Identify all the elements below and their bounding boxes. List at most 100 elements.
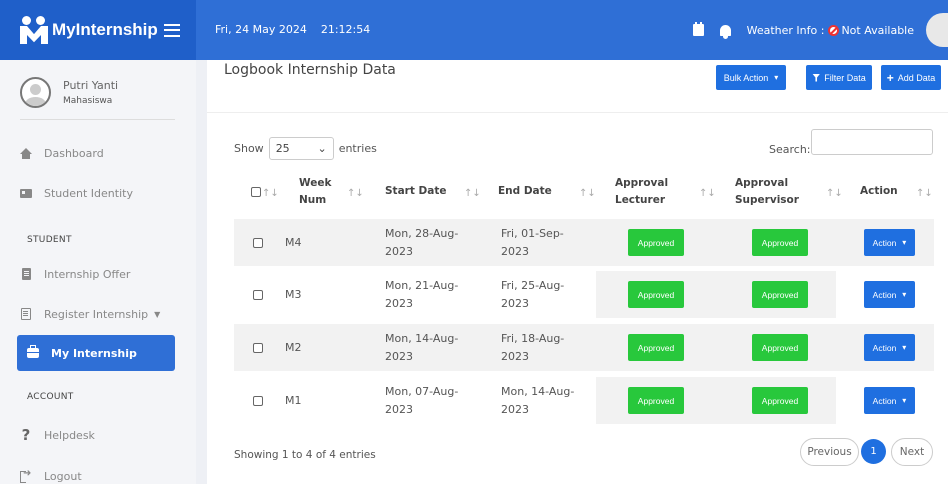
end-date-line: Fri, 25-Aug-	[501, 279, 565, 293]
weather-value: Not Available	[841, 23, 914, 37]
sidebar-section-account: ACCOUNT	[27, 392, 74, 402]
entries-label: entries	[338, 142, 377, 155]
row-action-label: Action	[872, 237, 897, 248]
sort-icon[interactable]: ↑↓	[464, 188, 481, 199]
column-header-approval-supervisor[interactable]: Approval Supervisor	[735, 168, 799, 215]
row-checkbox-cell[interactable]	[253, 271, 263, 318]
approval-supervisor-badge: Approved	[752, 334, 808, 361]
form-icon	[20, 308, 32, 320]
filter-data-button[interactable]: Filter Data	[806, 65, 872, 90]
entries-select[interactable]: 25 ⌄	[268, 137, 334, 160]
start-date-line: 2023	[385, 402, 413, 416]
sidebar-item-my-internship[interactable]: My Internship	[17, 335, 175, 371]
previous-page-button[interactable]: Previous	[800, 438, 859, 466]
row-action-label: Action	[872, 395, 897, 406]
profile-name: Putri Yanti	[63, 79, 119, 92]
end-date-cell: Fri, 01-Sep- 2023	[501, 219, 564, 266]
start-date-line: Mon, 14-Aug-	[385, 332, 459, 346]
header-clock: 21:12:54	[320, 23, 371, 36]
chevron-down-icon: ▾	[902, 238, 907, 247]
entries-select-value: 25	[275, 142, 290, 155]
search-input[interactable]	[811, 129, 933, 155]
approval-supervisor-badge: Approved	[752, 387, 808, 414]
next-page-button[interactable]: Next	[891, 438, 933, 466]
search-label: Search:	[769, 143, 811, 156]
sort-icon[interactable]: ↑↓	[699, 188, 716, 199]
sort-icon[interactable]: ↑↓	[826, 188, 843, 199]
week-num-cell: M2	[285, 340, 302, 354]
sidebar-item-student-identity[interactable]: Student Identity	[20, 175, 175, 211]
row-action-button[interactable]: Action ▾	[864, 229, 915, 256]
column-header-week-num[interactable]: Week Num	[299, 168, 331, 215]
add-data-button[interactable]: + Add Data	[881, 65, 941, 90]
column-header-end-date[interactable]: End Date	[498, 168, 552, 215]
row-action-button[interactable]: Action ▾	[864, 334, 915, 361]
table-row: M1 Mon, 07-Aug- 2023 Mon, 14-Aug- 2023 App…	[234, 377, 934, 424]
question-icon: ?	[21, 426, 31, 444]
approval-lecturer-badge: Approved	[628, 387, 684, 414]
row-action-button[interactable]: Action ▾	[864, 281, 915, 308]
sidebar-section-student: STUDENT	[27, 235, 72, 245]
row-checkbox[interactable]	[253, 395, 263, 406]
row-checkbox[interactable]	[253, 289, 263, 300]
table-row: M2 Mon, 14-Aug- 2023 Fri, 18-Aug- 2023 App…	[234, 324, 934, 371]
row-checkbox[interactable]	[253, 237, 263, 248]
end-date-cell: Fri, 18-Aug- 2023	[501, 324, 564, 371]
sort-icon[interactable]: ↑↓	[347, 188, 364, 199]
briefcase-icon	[27, 345, 39, 359]
calendar-icon[interactable]	[692, 22, 704, 36]
weather-label: Weather Info :	[746, 23, 825, 37]
sort-icon[interactable]: ↑↓	[579, 188, 596, 199]
main-content: Logbook Internship Data Bulk Action ▾ Fil…	[207, 60, 948, 484]
chevron-down-icon: ▾	[902, 290, 907, 299]
sort-icon[interactable]: ↑↓	[916, 188, 933, 199]
sidebar-item-dashboard[interactable]: Dashboard	[20, 135, 175, 171]
end-date-line: 2023	[501, 402, 529, 416]
chevron-down-icon: ▾	[902, 343, 907, 352]
sidebar-item-logout[interactable]: Logout	[20, 458, 175, 484]
approval-supervisor-badge: Approved	[752, 281, 808, 308]
sidebar-item-helpdesk[interactable]: ? Helpdesk	[20, 417, 175, 453]
header-right: Weather Info : Not Available	[692, 0, 948, 60]
id-card-icon	[20, 187, 32, 199]
start-date-line: Mon, 07-Aug-	[385, 385, 459, 399]
row-checkbox-cell[interactable]	[253, 377, 263, 424]
end-date-cell: Fri, 25-Aug- 2023	[501, 271, 564, 318]
row-checkbox-cell[interactable]	[253, 219, 263, 266]
brand[interactable]: MyInternship	[0, 0, 196, 60]
start-date-line: 2023	[385, 296, 413, 310]
row-action-label: Action	[872, 342, 897, 353]
sort-icon[interactable]: ↑↓	[262, 188, 279, 199]
week-num-cell: M4	[285, 235, 302, 249]
page-title: Logbook Internship Data	[224, 62, 396, 78]
weather-info: Weather Info : Not Available	[747, 24, 914, 37]
week-num-cell: M3	[285, 287, 302, 301]
sidebar-item-label: My Internship	[51, 346, 137, 360]
page-1-button[interactable]: 1	[861, 439, 886, 464]
chevron-down-icon: ▾	[902, 396, 907, 405]
end-date-line: 2023	[501, 349, 529, 363]
brand-name: MyInternship	[52, 20, 158, 39]
table-info: Showing 1 to 4 of 4 entries	[234, 449, 376, 461]
user-avatar[interactable]	[926, 13, 948, 47]
sidebar-item-label: Student Identity	[44, 186, 133, 200]
row-checkbox-cell[interactable]	[253, 324, 263, 371]
sidebar-item-register-internship[interactable]: Register Internship ▼	[20, 296, 175, 332]
header-line: Approval	[615, 176, 669, 189]
chevron-down-icon: ⌄	[317, 142, 327, 155]
bulk-action-button[interactable]: Bulk Action ▾	[716, 65, 786, 90]
select-all-checkbox[interactable]	[251, 186, 261, 197]
row-checkbox[interactable]	[253, 342, 263, 353]
header-line: Lecturer	[615, 193, 666, 206]
column-header-approval-lecturer[interactable]: Approval Lecturer	[615, 168, 668, 215]
end-date-line: Mon, 14-Aug-	[501, 385, 575, 399]
start-date-cell: Mon, 28-Aug- 2023	[385, 219, 458, 266]
hamburger-menu-icon[interactable]	[163, 23, 180, 37]
select-all-checkbox-cell[interactable]	[251, 168, 261, 215]
row-action-button[interactable]: Action ▾	[864, 387, 915, 414]
notification-bell-icon[interactable]	[719, 24, 731, 39]
header-line: Supervisor	[735, 193, 799, 206]
column-header-start-date[interactable]: Start Date	[385, 168, 446, 215]
end-date-line: Fri, 01-Sep-	[501, 227, 564, 241]
sidebar-item-internship-offer[interactable]: Internship Offer	[20, 256, 175, 292]
